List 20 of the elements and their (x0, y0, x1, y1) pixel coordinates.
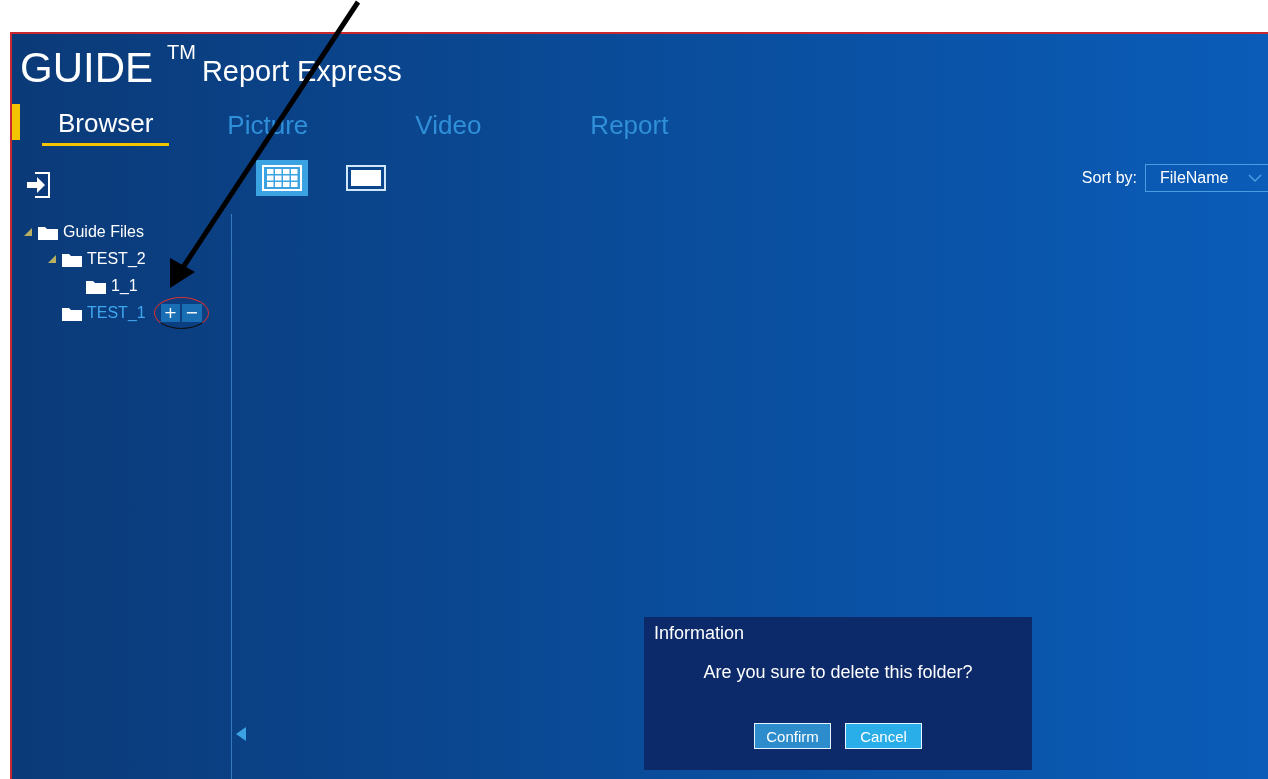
tab[interactable]: Browser (42, 104, 170, 146)
tree-item[interactable]: TEST_1 (87, 303, 146, 322)
tab-marker (12, 104, 20, 140)
trademark: TM (167, 42, 196, 62)
folder-action-button[interactable]: + (160, 303, 181, 322)
folder-action-button[interactable]: − (182, 303, 202, 322)
dialog-title: Information (654, 623, 746, 644)
app-brand: GUIDE (20, 43, 153, 93)
tree-item[interactable]: 1_1 (111, 276, 138, 295)
tree-item[interactable]: Guide Files (63, 222, 144, 241)
collapse-icon[interactable] (236, 727, 246, 741)
sort-label: Sort by: (1081, 169, 1137, 187)
single-view-icon (346, 165, 386, 191)
dialog-message: Are you sure to delete this folder? (702, 662, 974, 683)
dialog-button[interactable]: Confirm (754, 723, 831, 749)
import-icon[interactable] (25, 170, 53, 200)
tree-item[interactable]: TEST_2 (87, 249, 146, 268)
grid-icon (262, 165, 302, 191)
sort-dropdown[interactable]: FileName (1145, 164, 1268, 192)
caret-icon (1248, 173, 1262, 183)
